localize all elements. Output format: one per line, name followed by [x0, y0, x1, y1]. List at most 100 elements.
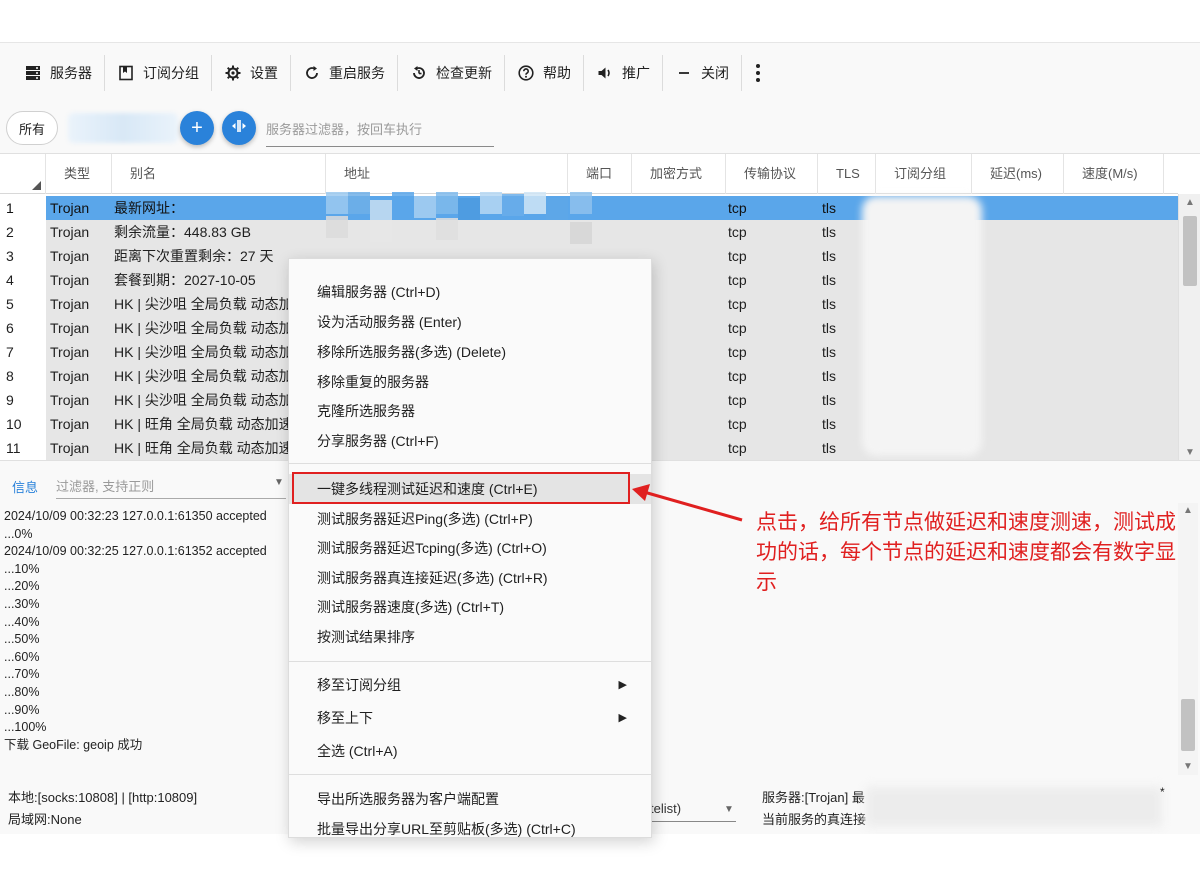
settings-button[interactable]: 设置 — [212, 55, 291, 91]
promotion-button[interactable]: 推广 — [584, 55, 663, 91]
chevron-down-icon[interactable]: ▼ — [274, 477, 284, 488]
group-tab-all[interactable]: 所有 — [6, 111, 58, 145]
scroll-down-icon[interactable]: ▼ — [1179, 444, 1200, 460]
column-header-security[interactable]: 加密方式 — [632, 154, 726, 194]
more-vertical-icon[interactable] — [746, 55, 770, 91]
refresh-icon — [303, 64, 321, 82]
menu-item-sort-results[interactable]: 按测试结果排序 — [289, 622, 651, 652]
subscription-group-button[interactable]: 订阅分组 — [105, 55, 212, 91]
menu-item-remove-duplicates[interactable]: 移除重复的服务器 — [289, 367, 651, 397]
log-line: ...100% — [4, 720, 47, 735]
log-scroll-thumb[interactable] — [1181, 699, 1195, 751]
add-server-button[interactable]: + — [180, 111, 214, 145]
row-transport: tcp — [728, 392, 747, 408]
row-type: Trojan — [50, 320, 90, 336]
column-header-tls[interactable]: TLS — [818, 154, 876, 194]
log-line: ...20% — [4, 579, 40, 594]
row-type: Trojan — [50, 368, 90, 384]
close-button[interactable]: 关闭 — [663, 55, 742, 91]
log-vertical-scrollbar[interactable]: ▲ ▼ — [1178, 503, 1198, 775]
menu-item-test-tcping[interactable]: 测试服务器延迟Tcping(多选) (Ctrl+O) — [289, 533, 651, 563]
row-type: Trojan — [50, 416, 90, 432]
scroll-down-icon[interactable]: ▼ — [1178, 759, 1198, 775]
menu-item-export-client-config[interactable]: 导出所选服务器为客户端配置 — [289, 784, 651, 814]
column-header-address-label: 地址 — [344, 166, 371, 181]
column-header-transport[interactable]: 传输协议 — [726, 154, 818, 194]
row-number: 2 — [6, 224, 14, 240]
blurred-server-info — [866, 787, 1162, 827]
log-line: ...90% — [4, 702, 40, 717]
row-transport: tcp — [728, 344, 747, 360]
servers-label: 服务器 — [50, 65, 92, 81]
servers-menu-button[interactable]: 服务器 — [12, 55, 105, 91]
row-number: 11 — [6, 440, 21, 456]
bookmark-book-icon — [117, 64, 135, 82]
column-header-address[interactable]: 地址 — [326, 154, 568, 194]
status-lan: 局域网:None — [8, 812, 82, 827]
menu-item-select-all[interactable]: 全选 (Ctrl+A) — [289, 736, 651, 766]
status-star: * — [1160, 785, 1165, 799]
routing-select-value[interactable]: telist) — [650, 801, 681, 816]
status-current-delay: 当前服务的真连接 — [762, 812, 867, 827]
column-header-subgroup[interactable]: 订阅分组 — [876, 154, 972, 194]
blurred-subgroup-column — [862, 196, 982, 456]
annotation-text: 点击，给所有节点做延迟和速度测速，测试成功的话，每个节点的延迟和速度都会有数字显… — [756, 511, 1176, 594]
menu-item-remove-selected[interactable]: 移除所选服务器(多选) (Delete) — [289, 337, 651, 367]
server-stack-icon — [24, 64, 42, 82]
grid-corner[interactable] — [0, 154, 46, 194]
menu-item-edit-server[interactable]: 编辑服务器 (Ctrl+D) — [289, 277, 651, 307]
scroll-up-icon[interactable]: ▲ — [1179, 194, 1200, 212]
status-active-server: 服务器:[Trojan] 最 — [762, 790, 865, 805]
check-update-button[interactable]: 检查更新 — [398, 55, 505, 91]
log-line: ...0% — [4, 526, 33, 541]
row-type: Trojan — [50, 296, 90, 312]
column-header-alias[interactable]: 别名 — [112, 154, 326, 194]
menu-item-set-active[interactable]: 设为活动服务器 (Enter) — [289, 307, 651, 337]
log-line: 下载 GeoFile: geoip 成功 — [4, 737, 143, 752]
column-header-speed-label: 速度(M/s) — [1082, 166, 1138, 181]
column-header-type[interactable]: 类型 — [46, 154, 112, 194]
menu-item-clone[interactable]: 克隆所选服务器 — [289, 396, 651, 426]
log-header: 信息 ▼ — [0, 473, 290, 499]
help-button[interactable]: 帮助 — [505, 55, 584, 91]
grid-scroll-thumb[interactable] — [1183, 216, 1197, 286]
column-header-subgroup-label: 订阅分组 — [894, 166, 947, 181]
menu-item-move-to-group[interactable]: 移至订阅分组 ▶ — [289, 670, 651, 700]
menu-separator — [289, 463, 651, 464]
row-number: 8 — [6, 368, 14, 384]
column-header-tls-label: TLS — [836, 166, 860, 181]
log-line: ...70% — [4, 667, 40, 682]
speaker-icon — [596, 64, 614, 82]
column-header-speed[interactable]: 速度(M/s) — [1064, 154, 1164, 194]
menu-item-test-realping[interactable]: 测试服务器真连接延迟(多选) (Ctrl+R) — [289, 563, 651, 593]
restart-service-button[interactable]: 重启服务 — [291, 55, 398, 91]
row-number: 6 — [6, 320, 14, 336]
log-tab-info[interactable]: 信息 — [12, 477, 38, 496]
menu-item-test-speed[interactable]: 测试服务器速度(多选) (Ctrl+T) — [289, 592, 651, 622]
row-type: Trojan — [50, 200, 90, 216]
row-number: 7 — [6, 344, 14, 360]
move-group-button[interactable] — [222, 111, 256, 145]
row-transport: tcp — [728, 440, 747, 456]
menu-item-move-up-down[interactable]: 移至上下 ▶ — [289, 703, 651, 733]
menu-item-export-share-urls[interactable]: 批量导出分享URL至剪贴板(多选) (Ctrl+C) — [289, 814, 651, 837]
row-type: Trojan — [50, 224, 90, 240]
close-label: 关闭 — [701, 65, 729, 81]
filter-row: 所有 + — [0, 107, 1200, 151]
row-number: 10 — [6, 416, 22, 432]
row-type: Trojan — [50, 344, 90, 360]
plus-icon: + — [191, 116, 203, 139]
server-filter-input[interactable] — [266, 113, 494, 147]
row-alias: 剩余流量：448.83 GB — [114, 224, 251, 240]
row-transport: tcp — [728, 272, 747, 288]
log-filter-input[interactable] — [56, 475, 286, 499]
chevron-down-icon[interactable]: ▼ — [724, 804, 734, 815]
menu-item-test-ping[interactable]: 测试服务器延迟Ping(多选) (Ctrl+P) — [289, 504, 651, 534]
scroll-up-icon[interactable]: ▲ — [1178, 503, 1198, 519]
column-header-security-label: 加密方式 — [650, 166, 703, 181]
question-circle-icon — [517, 64, 535, 82]
column-header-delay[interactable]: 延迟(ms) — [972, 154, 1064, 194]
menu-item-share[interactable]: 分享服务器 (Ctrl+F) — [289, 426, 651, 456]
grid-vertical-scrollbar[interactable]: ▲ ▼ — [1178, 194, 1200, 460]
column-header-port[interactable]: 端口 — [568, 154, 632, 194]
